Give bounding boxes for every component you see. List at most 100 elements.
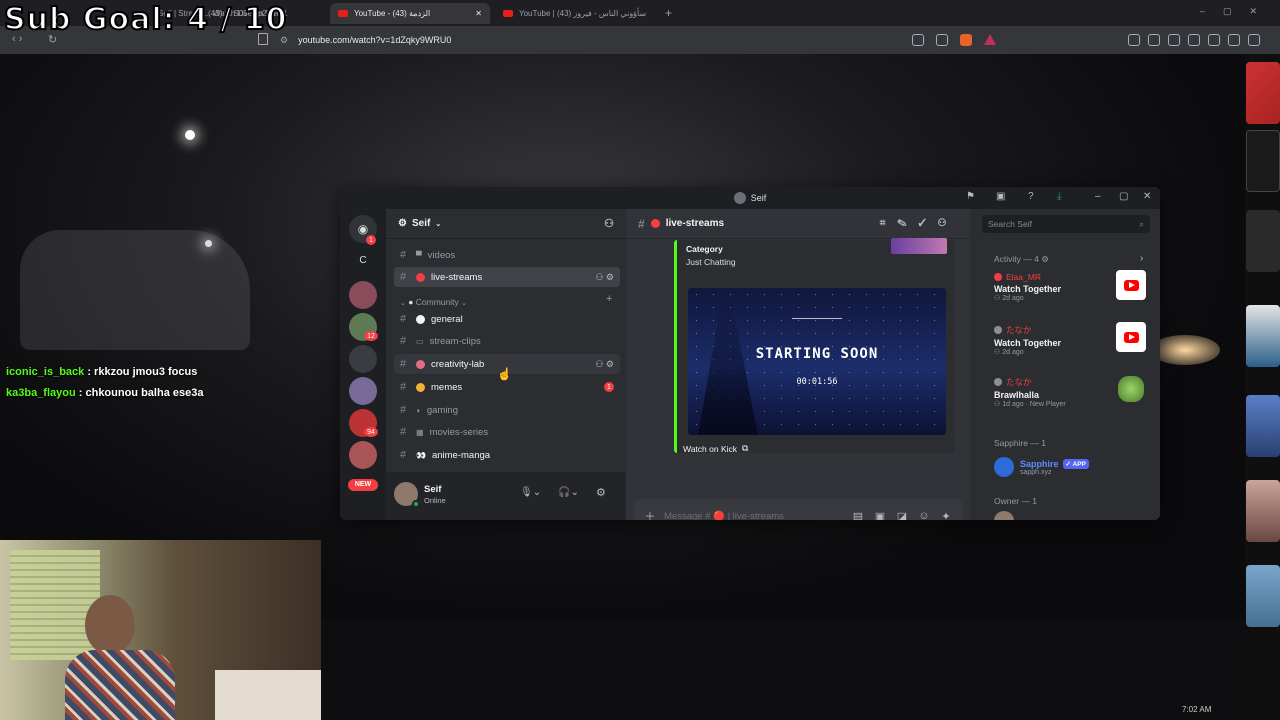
minimize-icon[interactable]: – — [1095, 191, 1101, 202]
activity-item[interactable]: たなか Brawlhalla ⚇ 1d ago · New Player — [994, 376, 1154, 416]
member-item[interactable]: Sapphire ✓ APP sapph.xyz — [994, 454, 1154, 480]
channel-name: movies-series — [429, 426, 489, 438]
channel-name: stream-clips — [429, 335, 481, 347]
recommendation-thumbnail[interactable] — [1246, 395, 1280, 457]
new-badge: NEW — [348, 479, 378, 491]
sapphire-avatar — [994, 457, 1014, 477]
browser-tab-active[interactable]: YouTube - الزدمة (43) ✕ — [330, 3, 490, 24]
gif-icon[interactable]: ▣ — [874, 510, 886, 521]
activity-item[interactable]: Elaa_MR Watch Together ⚇ 2d ago — [994, 270, 1154, 312]
webcam-feed — [0, 540, 321, 720]
server-list: ◉ 1 C 12 94 NEW — [340, 209, 386, 520]
server-folder[interactable]: C — [349, 247, 377, 275]
gift-icon[interactable]: ▤ — [852, 510, 864, 521]
menu-icon[interactable] — [1248, 34, 1260, 46]
panel-icon[interactable] — [1188, 34, 1200, 46]
invite-icon[interactable]: ⚇ ⚙ — [595, 272, 614, 283]
cast-icon[interactable] — [912, 34, 924, 46]
channel-name: anime-manga — [431, 449, 491, 461]
search-placeholder: Search Seif — [988, 219, 1032, 229]
brave-shield-icon[interactable] — [960, 34, 972, 46]
eyes-icon: 👀 — [416, 450, 426, 460]
sticker-icon[interactable]: ◪ — [896, 510, 908, 521]
server-icon[interactable] — [349, 281, 377, 309]
close-tab-icon[interactable]: ✕ — [475, 9, 482, 18]
recommendation-thumbnail[interactable] — [1246, 130, 1280, 192]
rewards-icon[interactable] — [984, 34, 996, 45]
starting-soon-text: STARTING SOON — [755, 346, 879, 362]
search-input[interactable]: Search Seif ⌕ — [982, 215, 1150, 233]
microphone-icon[interactable]: 🎙⌄ — [520, 487, 541, 498]
window-controls[interactable]: –▢✕ — [1200, 6, 1275, 17]
activity-header: Activity — 4 ⚙ — [994, 254, 1049, 265]
message-input[interactable]: ＋ Message # 🔴 | live-streams ▤ ▣ ◪ ☺ ✦ — [634, 499, 962, 520]
watch-button-label: Watch on Kick — [683, 443, 738, 454]
apps-icon[interactable]: ✦ — [940, 510, 952, 521]
help-icon[interactable]: ? — [1028, 191, 1034, 202]
recommendation-thumbnail[interactable] — [1246, 62, 1280, 124]
channel-stream-clips[interactable]: # ▭ stream-clips — [394, 331, 620, 351]
recommendation-thumbnail[interactable] — [1246, 480, 1280, 542]
create-channel-icon[interactable]: + — [606, 293, 612, 305]
watch-on-kick-button[interactable]: Watch on Kick ⧉ — [683, 443, 748, 454]
streamer-head — [85, 595, 135, 655]
download-icon[interactable]: ⤓ — [1057, 191, 1061, 202]
recommendation-thumbnail[interactable] — [1246, 210, 1280, 272]
hash-icon: # — [638, 216, 645, 231]
stream-preview-image[interactable]: STARTING SOON 00:01:56 — [688, 288, 946, 435]
recommendation-thumbnail[interactable] — [1246, 305, 1280, 367]
channel-name: gaming — [426, 404, 459, 416]
url-field[interactable]: ⚙ youtube.com/watch?v=1dZqky9WRU0 — [280, 31, 1180, 49]
audio-wave — [792, 318, 842, 328]
chevron-down-icon: ⌄ — [435, 220, 442, 228]
music-icon[interactable] — [1168, 34, 1180, 46]
server-icon — [733, 192, 746, 204]
channel-live-streams[interactable]: # live-streams ⚇ ⚙ — [394, 267, 620, 287]
server-icon[interactable] — [349, 441, 377, 469]
emoji-icon[interactable]: ☺ — [918, 510, 930, 520]
chevron-right-icon[interactable]: › — [1140, 253, 1143, 264]
user-settings-icon[interactable]: ⚙ — [596, 486, 606, 499]
add-friend-icon[interactable]: ⚇ — [604, 217, 614, 230]
channel-videos[interactable]: # ▀ videos — [394, 245, 620, 265]
sidebar-icon[interactable] — [1148, 34, 1160, 46]
vpn-icon[interactable] — [1228, 34, 1240, 46]
add-attachment-icon[interactable]: ＋ — [644, 510, 656, 520]
server-icon[interactable] — [349, 345, 377, 373]
close-icon[interactable]: ✕ — [1143, 191, 1151, 202]
hash-icon: # — [400, 404, 407, 416]
new-tab-icon[interactable]: + — [665, 6, 672, 20]
chat-message: ka3ba_flayou : chkounou balha ese3a — [6, 387, 203, 399]
activity-item[interactable]: たなか Watch Together ⚇ 2d ago — [994, 322, 1154, 364]
wallet-icon[interactable] — [1208, 34, 1220, 46]
server-header[interactable]: ⚙ Seif ⌄ ⚇ — [386, 209, 626, 239]
user-panel: Seif Online 🎙⌄ 🎧⌄ ⚙ — [386, 472, 626, 520]
extensions-icon[interactable] — [1128, 34, 1140, 46]
screen-icon[interactable]: ▣ — [996, 191, 1005, 202]
discord-window: Seif ⚑ ▣ ? ⤓ – ▢ ✕ ◉ 1 C 12 94 NEW ⚙ Sei… — [340, 187, 1160, 520]
external-link-icon: ⧉ — [742, 443, 749, 453]
inbox-icon[interactable]: ⚑ — [966, 191, 975, 202]
maximize-icon[interactable]: ▢ — [1119, 191, 1128, 202]
tab-label: YouTube - الزدمة (43) — [354, 9, 431, 18]
chat-text: : chkounou balha ese3a — [75, 387, 204, 399]
share-icon[interactable] — [936, 34, 948, 46]
channel-anime-manga[interactable]: # 👀 anime-manga — [394, 445, 620, 465]
recommendation-thumbnail[interactable] — [1246, 565, 1280, 627]
browser-tab[interactable]: YouTube | سأؤوني الناس - فيروز (43) — [495, 3, 660, 24]
film-icon: ▦ — [416, 427, 424, 437]
headphones-icon[interactable]: 🎧⌄ — [558, 487, 579, 498]
category-header[interactable]: ⌄ ● Community ⌄ — [400, 297, 467, 307]
url-text: youtube.com/watch?v=1dZqky9WRU0 — [298, 35, 452, 45]
channel-general[interactable]: # general — [394, 309, 620, 329]
server-icon[interactable] — [349, 377, 377, 405]
channel-gaming[interactable]: # ◗ gaming — [394, 400, 620, 420]
avatar[interactable] — [994, 511, 1014, 520]
controller-icon: ◗ — [416, 405, 421, 415]
hash-icon: # — [400, 381, 407, 393]
invite-icon[interactable]: ⚇ ⚙ — [595, 359, 614, 370]
channel-movies-series[interactable]: # ▦ movies-series — [394, 422, 620, 442]
activity-user: たなか — [1006, 325, 1032, 335]
header-tools[interactable]: ⌗✎✓⚇ — [880, 218, 958, 229]
avatar — [994, 378, 1002, 386]
